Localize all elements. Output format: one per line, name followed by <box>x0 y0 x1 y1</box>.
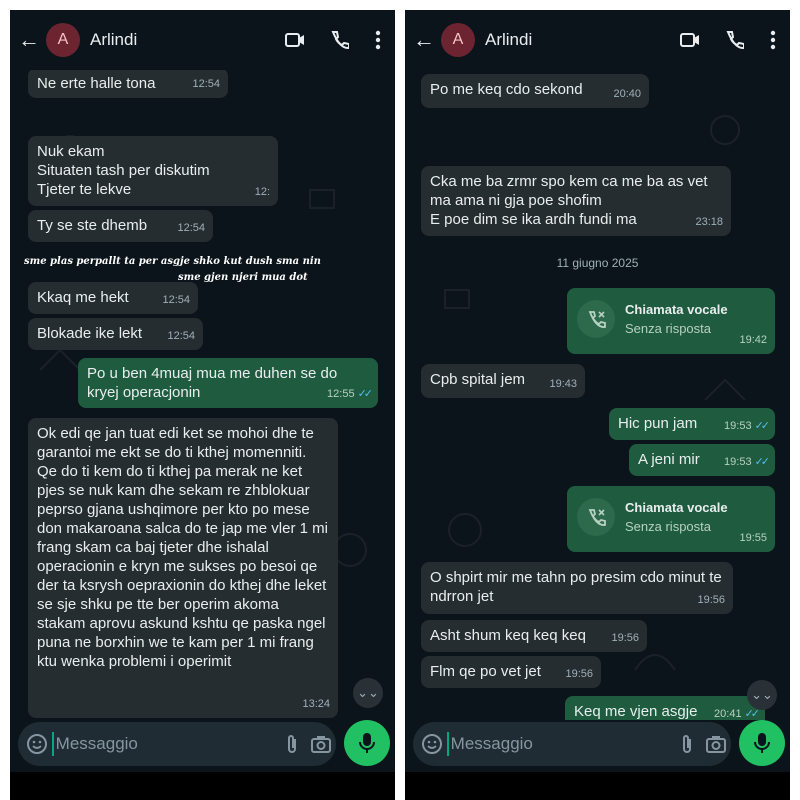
message-time: 12:54 <box>177 222 205 234</box>
read-ticks-icon: ✓✓ <box>357 388 374 400</box>
message-time: 20:41 ✓✓ <box>714 705 760 720</box>
chat-screenshot-left: Ne erte halle tona 12:54 Nuk ekam Situat… <box>10 10 395 800</box>
message-time: 19:56 <box>611 632 639 644</box>
call-status: Senza risposta <box>625 519 711 534</box>
message-bubble[interactable]: Kkaq me hekt 12:54 <box>28 282 198 314</box>
chevron-double-down-icon: ⌄⌄ <box>357 685 379 700</box>
message-time-value: 12:55 <box>327 388 355 400</box>
camera-icon[interactable] <box>701 734 731 754</box>
microphone-button[interactable] <box>344 720 390 766</box>
contact-name[interactable]: Arlindi <box>485 30 668 50</box>
message-bubble[interactable]: Cpb spital jem 19:43 <box>421 364 585 398</box>
message-time: 13:24 <box>302 698 330 710</box>
message-time: 20:40 <box>613 88 641 100</box>
message-bubble-outgoing[interactable]: Hic pun jam 19:53 ✓✓ <box>609 408 775 440</box>
chevron-double-down-icon: ⌄⌄ <box>751 687 773 702</box>
message-bubble[interactable]: Flm qe po vet jet 19:56 <box>421 656 601 688</box>
phone-icon[interactable] <box>317 30 361 50</box>
message-bubble[interactable]: Cka me ba zrmr spo kem ca me ba as vet m… <box>421 166 731 236</box>
video-camera-icon[interactable] <box>668 31 712 49</box>
call-title: Chiamata vocale <box>625 302 728 317</box>
message-bubble[interactable]: Blokade ike lekt 12:54 <box>28 318 203 350</box>
message-text: Asht shum keq keq keq <box>430 627 586 644</box>
message-time: 12:54 <box>162 294 190 306</box>
message-time: 12: <box>254 186 270 198</box>
message-composer <box>413 722 731 766</box>
paperclip-icon[interactable] <box>672 733 702 755</box>
date-separator: 11 giugno 2025 <box>556 256 639 270</box>
message-bubble[interactable]: Ty se ste dhemb 12:54 <box>28 210 213 242</box>
avatar[interactable]: A <box>441 23 475 57</box>
overlay-caption-line-2: sme gjen njeri mua dot <box>178 272 308 283</box>
overlay-caption-line-1: sme plas perpallt ta per asgje shko kut … <box>24 256 321 267</box>
missed-call-icon <box>577 300 615 338</box>
contact-name[interactable]: Arlindi <box>90 30 273 50</box>
camera-icon[interactable] <box>306 734 336 754</box>
microphone-button[interactable] <box>739 720 785 766</box>
read-ticks-icon: ✓✓ <box>754 456 771 468</box>
message-time: 19:53 ✓✓ <box>724 453 771 472</box>
message-bubble[interactable]: O shpirt mir me tahn po presim cdo minut… <box>421 562 733 614</box>
microphone-icon <box>359 733 375 753</box>
message-composer <box>18 722 336 766</box>
arrow-left-icon[interactable]: ← <box>407 27 441 53</box>
message-time-value: 19:53 <box>724 420 752 432</box>
message-bubble[interactable]: Asht shum keq keq keq 19:56 <box>421 620 647 652</box>
message-time: 19:56 <box>565 668 593 680</box>
message-time: 19:42 <box>739 334 767 346</box>
message-bubble-outgoing[interactable]: Po u ben 4muaj mua me duhen se do kryej … <box>78 358 378 408</box>
message-time: 19:55 <box>739 532 767 544</box>
more-vertical-icon[interactable] <box>361 30 395 50</box>
message-bubble[interactable]: Ok edi qe jan tuat edi ket se mohoi dhe … <box>28 418 338 718</box>
chat-area[interactable]: Ne erte halle tona 12:54 Nuk ekam Situat… <box>10 70 395 720</box>
message-bubble-outgoing[interactable]: Keq me vjen asgje 20:41 ✓✓ <box>565 696 765 720</box>
phone-icon[interactable] <box>712 30 756 50</box>
chat-header: ← A Arlindi <box>405 10 790 70</box>
chat-area[interactable]: Po me keq cdo sekond 20:40 Cka me ba zrm… <box>405 70 790 720</box>
scroll-to-bottom-button[interactable]: ⌄⌄ <box>747 680 777 710</box>
missed-call-icon <box>577 498 615 536</box>
chat-header: ← A Arlindi <box>10 10 395 70</box>
avatar[interactable]: A <box>46 23 80 57</box>
message-bubble[interactable]: Nuk ekam Situaten tash per diskutim Tjet… <box>28 136 278 206</box>
message-bubble-outgoing[interactable]: A jeni mir 19:53 ✓✓ <box>629 444 775 476</box>
video-camera-icon[interactable] <box>273 31 317 49</box>
message-text: Ok edi qe jan tuat edi ket se mohoi dhe … <box>37 425 328 670</box>
sticker-icon[interactable] <box>417 733 447 755</box>
message-time-value: 19:53 <box>724 456 752 468</box>
message-bubble[interactable]: Po me keq cdo sekond 20:40 <box>421 74 649 108</box>
arrow-left-icon[interactable]: ← <box>12 27 46 53</box>
message-time: 19:56 <box>697 594 725 606</box>
message-text: Po me keq cdo sekond <box>430 81 583 98</box>
read-ticks-icon: ✓✓ <box>754 420 771 432</box>
missed-call-bubble[interactable]: Chiamata vocale Senza risposta 19:42 <box>567 288 775 354</box>
message-time: 19:43 <box>549 378 577 390</box>
message-time: 12:54 <box>167 330 195 342</box>
message-time: 19:53 ✓✓ <box>724 417 771 436</box>
paperclip-icon[interactable] <box>277 733 307 755</box>
message-text: Nuk ekam Situaten tash per diskutim Tjet… <box>37 143 210 198</box>
microphone-icon <box>754 733 770 753</box>
sticker-icon[interactable] <box>22 733 52 755</box>
message-time: 23:18 <box>695 216 723 228</box>
system-nav-bar <box>405 772 790 800</box>
chat-screenshot-right: Po me keq cdo sekond 20:40 Cka me ba zrm… <box>405 10 790 800</box>
call-status: Senza risposta <box>625 321 711 336</box>
message-bubble[interactable]: Ne erte halle tona 12:54 <box>28 70 228 98</box>
call-title: Chiamata vocale <box>625 500 728 515</box>
message-input[interactable] <box>51 732 277 756</box>
system-nav-bar <box>10 772 395 800</box>
message-time-value: 20:41 <box>714 708 742 720</box>
message-time: 12:55 ✓✓ <box>327 385 374 404</box>
missed-call-bubble[interactable]: Chiamata vocale Senza risposta 19:55 <box>567 486 775 552</box>
scroll-to-bottom-button[interactable]: ⌄⌄ <box>353 678 383 708</box>
message-text: O shpirt mir me tahn po presim cdo minut… <box>430 569 722 605</box>
message-input[interactable] <box>446 732 672 756</box>
more-vertical-icon[interactable] <box>756 30 790 50</box>
message-time: 12:54 <box>192 78 220 90</box>
message-text: Cka me ba zrmr spo kem ca me ba as vet m… <box>430 173 708 228</box>
